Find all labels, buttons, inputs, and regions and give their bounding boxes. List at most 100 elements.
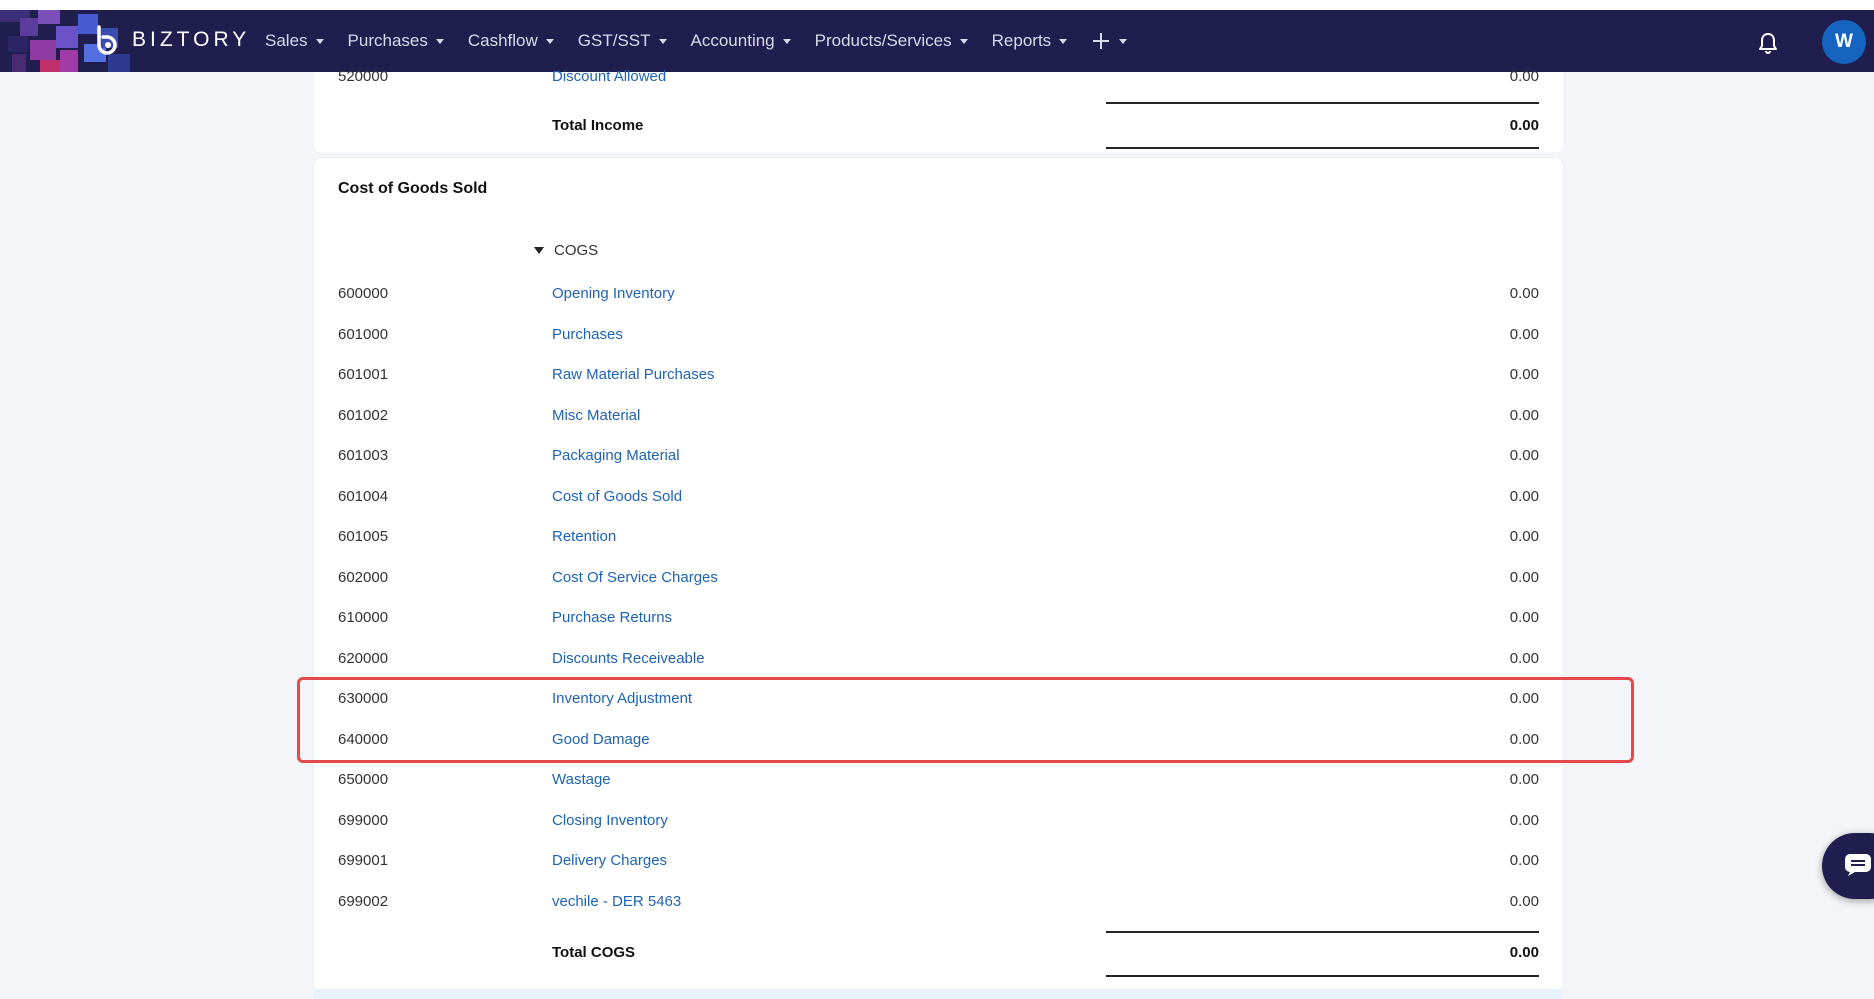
total-top-rule <box>1106 102 1539 104</box>
account-amount: 0.00 <box>1509 406 1539 424</box>
nav-sales-label: Sales <box>265 31 308 50</box>
total-bottom-rule <box>1106 147 1539 149</box>
nav-gst-sst[interactable]: GST/SST <box>578 31 667 51</box>
caret-down-icon <box>534 247 544 254</box>
account-code: 600000 <box>338 285 389 302</box>
chevron-down-icon <box>545 38 554 44</box>
chevron-down-icon <box>435 38 444 44</box>
account-amount: 0.00 <box>1509 487 1539 505</box>
account-amount: 0.00 <box>1509 68 1539 85</box>
account-link[interactable]: Delivery Charges <box>552 841 667 881</box>
table-row: 601002 Misc Material 0.00 <box>314 396 1563 436</box>
chevron-down-icon <box>658 38 667 44</box>
bell-icon[interactable] <box>1756 31 1780 55</box>
account-amount: 0.00 <box>1509 771 1539 788</box>
plus-icon <box>1093 33 1110 49</box>
nav-gst-sst-label: GST/SST <box>577 31 651 50</box>
account-link[interactable]: Cost Of Service Charges <box>552 558 718 598</box>
nav-accounting-label: Accounting <box>690 31 775 50</box>
nav-purchases[interactable]: Purchases <box>348 31 444 51</box>
chat-button[interactable] <box>1822 833 1874 899</box>
table-row: 520000 Discount Allowed 0.00 <box>314 57 1563 97</box>
nav-accounting[interactable]: Accounting <box>691 31 791 51</box>
table-row: 620000 Discounts Receiveable 0.00 <box>314 639 1563 679</box>
account-link[interactable]: vechile - DER 5463 <box>552 882 681 922</box>
nav-cashflow[interactable]: Cashflow <box>468 31 554 51</box>
table-row: 610000 Purchase Returns 0.00 <box>314 598 1563 638</box>
account-link[interactable]: Wastage <box>552 760 611 800</box>
cogs-section: Cost of Goods Sold COGS 600000 Opening In… <box>314 158 1563 990</box>
table-row: 601004 Cost of Goods Sold 0.00 <box>314 477 1563 517</box>
account-code: 650000 <box>338 771 389 788</box>
account-link[interactable]: Opening Inventory <box>552 274 675 314</box>
account-amount: 0.00 <box>1509 447 1539 464</box>
chevron-down-icon <box>782 38 791 44</box>
nav-cashflow-label: Cashflow <box>467 31 538 50</box>
account-code: 601002 <box>338 406 389 424</box>
account-link[interactable]: Retention <box>552 517 616 557</box>
account-code: 602000 <box>338 568 389 586</box>
table-row: 699001 Delivery Charges 0.00 <box>314 841 1563 881</box>
biztory-logo-icon <box>97 25 117 55</box>
highlight-box <box>297 677 1634 763</box>
table-row: 601005 Retention 0.00 <box>314 517 1563 557</box>
account-amount: 0.00 <box>1509 811 1539 829</box>
table-row: 601003 Packaging Material 0.00 <box>314 436 1563 476</box>
total-income-amount: 0.00 <box>1509 117 1539 134</box>
nav-reports[interactable]: Reports <box>992 31 1068 51</box>
account-code: 520000 <box>338 68 389 85</box>
account-code: 699001 <box>338 852 389 869</box>
account-code: 601001 <box>338 366 389 383</box>
account-code: 601003 <box>338 447 389 464</box>
account-amount: 0.00 <box>1509 528 1539 545</box>
table-row: 699000 Closing Inventory 0.00 <box>314 801 1563 841</box>
total-cogs-label: Total COGS <box>552 944 636 961</box>
account-code: 601004 <box>338 487 389 505</box>
account-code: 610000 <box>338 609 389 626</box>
account-link[interactable]: Misc Material <box>552 396 640 436</box>
brand-logo[interactable]: BIZTORY <box>94 25 250 55</box>
account-link[interactable]: Packaging Material <box>552 436 680 476</box>
chevron-down-icon <box>959 38 968 44</box>
cogs-group-toggle[interactable]: COGS <box>534 242 598 259</box>
nav-add-new[interactable] <box>1091 31 1128 51</box>
group-label: COGS <box>554 242 599 259</box>
account-link[interactable]: Purchase Returns <box>552 598 672 638</box>
account-code: 620000 <box>338 649 389 667</box>
account-link[interactable]: Purchases <box>552 315 623 355</box>
total-income-label: Total Income <box>552 117 644 134</box>
chevron-down-icon <box>1059 38 1068 44</box>
account-amount: 0.00 <box>1509 568 1539 586</box>
top-strip <box>0 0 1874 10</box>
table-row: 601001 Raw Material Purchases 0.00 <box>314 355 1563 395</box>
account-amount: 0.00 <box>1509 649 1539 667</box>
section-title: Cost of Goods Sold <box>338 180 488 197</box>
account-link[interactable]: Cost of Goods Sold <box>552 477 682 517</box>
total-bottom-rule <box>1106 975 1539 977</box>
account-amount: 0.00 <box>1509 852 1539 869</box>
nav-sales[interactable]: Sales <box>265 31 324 51</box>
nav-products-services[interactable]: Products/Services <box>815 31 968 51</box>
account-link[interactable]: Closing Inventory <box>552 801 668 841</box>
nav-products-services-label: Products/Services <box>814 31 952 50</box>
account-code: 601000 <box>338 325 389 343</box>
chat-icon <box>1845 854 1871 876</box>
user-avatar[interactable]: W <box>1822 20 1866 64</box>
account-amount: 0.00 <box>1509 892 1539 910</box>
total-cogs-row: Total COGS 0.00 <box>314 933 1563 973</box>
table-row: 600000 Opening Inventory 0.00 <box>314 274 1563 314</box>
account-amount: 0.00 <box>1509 366 1539 383</box>
account-code: 699002 <box>338 892 389 910</box>
account-link[interactable]: Discount Allowed <box>552 57 666 97</box>
income-section: 520000 Discount Allowed 0.00 Total Incom… <box>314 68 1563 152</box>
nav-purchases-label: Purchases <box>347 31 428 50</box>
total-cogs-amount: 0.00 <box>1509 944 1539 961</box>
chevron-down-icon <box>1119 38 1128 44</box>
nav-reports-label: Reports <box>991 31 1052 50</box>
next-section-strip <box>314 989 1563 999</box>
table-row: 699002 vechile - DER 5463 0.00 <box>314 882 1563 922</box>
brand-name: BIZTORY <box>132 28 251 51</box>
account-link[interactable]: Raw Material Purchases <box>552 355 715 395</box>
table-row: 602000 Cost Of Service Charges 0.00 <box>314 558 1563 598</box>
account-link[interactable]: Discounts Receiveable <box>552 639 705 679</box>
